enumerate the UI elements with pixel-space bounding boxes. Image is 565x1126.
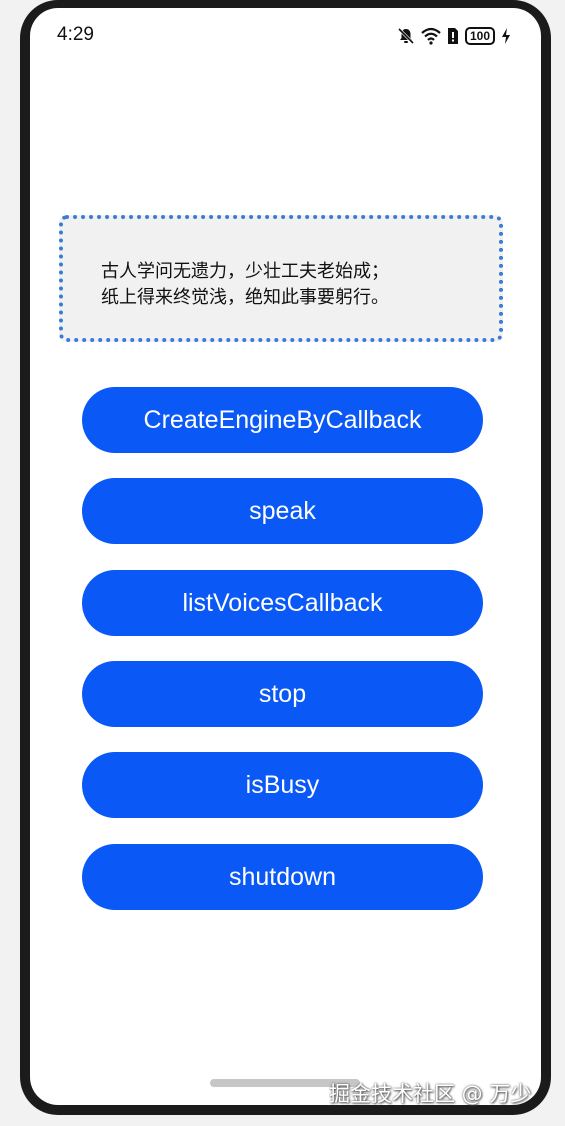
list-voices-callback-button[interactable]: listVoicesCallback xyxy=(82,570,483,636)
poem-line-2: 纸上得来终觉浅，绝知此事要躬行。 xyxy=(101,287,389,308)
shutdown-button[interactable]: shutdown xyxy=(82,844,483,910)
create-engine-by-callback-button[interactable]: CreateEngineByCallback xyxy=(82,387,483,453)
status-icons: 100 xyxy=(397,26,511,46)
watermark: 掘金技术社区 @ 万少 xyxy=(329,1082,532,1106)
is-busy-button[interactable]: isBusy xyxy=(82,752,483,818)
status-time: 4:29 xyxy=(57,24,94,45)
battery-icon: 100 xyxy=(464,27,495,45)
wifi-icon xyxy=(421,27,441,45)
screen: 4:29 100 古人学问无遗力，少壮工夫老始成； 纸上得来终觉浅，绝知此事要躬… xyxy=(30,8,541,1105)
poem-text: 古人学问无遗力，少壮工夫老始成； 纸上得来终觉浅，绝知此事要躬行。 xyxy=(101,259,389,311)
speak-button[interactable]: speak xyxy=(82,478,483,544)
bell-off-icon xyxy=(397,27,415,45)
charging-icon xyxy=(502,28,510,44)
poem-line-1: 古人学问无遗力，少壮工夫老始成； xyxy=(101,261,389,282)
sim-icon xyxy=(447,28,458,44)
phone-frame: 4:29 100 古人学问无遗力，少壮工夫老始成； 纸上得来终觉浅，绝知此事要躬… xyxy=(20,0,551,1115)
status-bar: 4:29 100 xyxy=(30,8,541,64)
stop-button[interactable]: stop xyxy=(82,661,483,727)
poem-text-box: 古人学问无遗力，少壮工夫老始成； 纸上得来终觉浅，绝知此事要躬行。 xyxy=(59,215,503,342)
